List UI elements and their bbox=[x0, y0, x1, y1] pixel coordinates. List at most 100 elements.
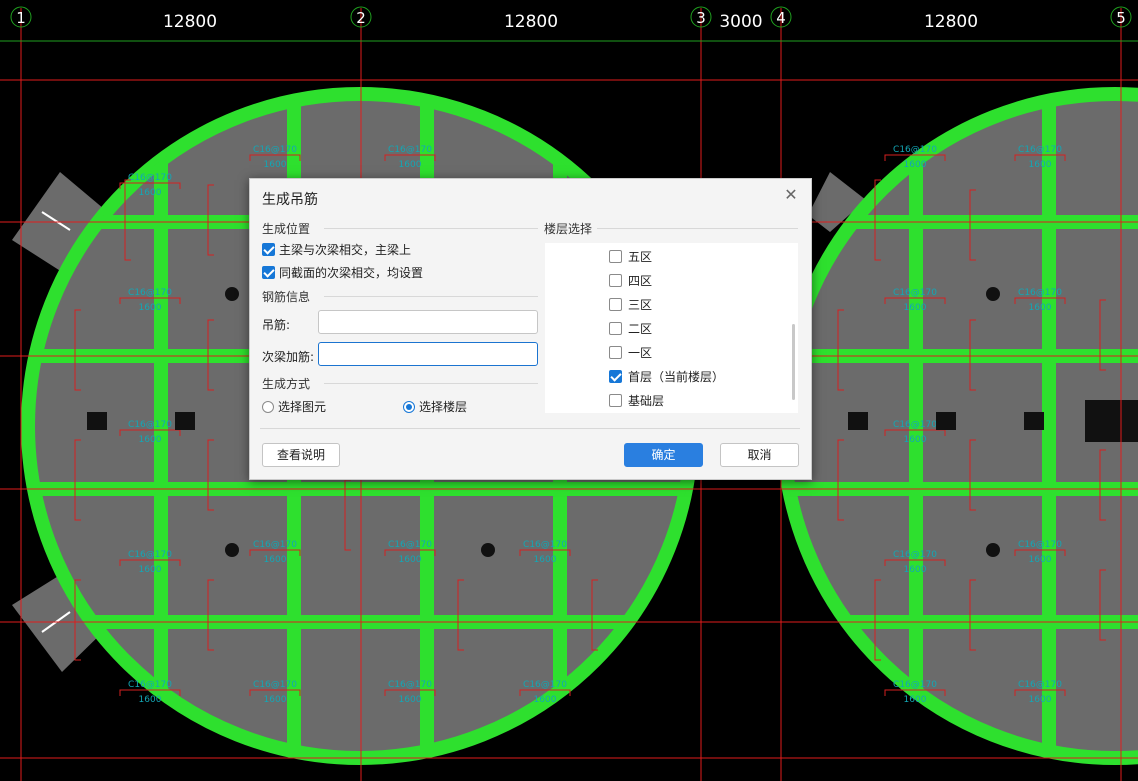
axis-label: 2 bbox=[356, 9, 366, 27]
floor-label: 五区 bbox=[628, 250, 653, 264]
floor-label: 一区 bbox=[628, 346, 653, 360]
rebar-length: 1600 bbox=[904, 695, 927, 705]
floor-label: 二区 bbox=[628, 322, 653, 336]
rebar-length: 1600 bbox=[534, 555, 557, 565]
secondary-rebar-input[interactable] bbox=[318, 342, 538, 366]
rebar-length: 1600 bbox=[534, 695, 557, 705]
rebar-length: 1600 bbox=[1029, 160, 1052, 170]
rebar-label: C16@170 bbox=[388, 680, 432, 690]
dimension-text: 12800 bbox=[924, 12, 978, 32]
column-block bbox=[1085, 400, 1138, 442]
floor-item[interactable]: 五区 bbox=[609, 248, 652, 265]
floor-checkbox[interactable] bbox=[609, 370, 622, 383]
secondary-label: 次梁加筋: bbox=[262, 350, 315, 364]
floor-checkbox[interactable] bbox=[609, 322, 622, 335]
cancel-button[interactable]: 取消 bbox=[720, 443, 799, 467]
radio-select-floor-row[interactable]: 选择楼层 bbox=[403, 398, 467, 415]
rebar-length: 1600 bbox=[139, 303, 162, 313]
rebar-label: C16@170 bbox=[523, 680, 567, 690]
axis-label: 1 bbox=[16, 9, 26, 27]
rebar-label: C16@170 bbox=[128, 173, 172, 183]
rebar-label: C16@170 bbox=[253, 540, 297, 550]
rebar-label: C16@170 bbox=[128, 420, 172, 430]
main-secondary-checkbox[interactable]: 主梁与次梁相交，主梁上 bbox=[262, 241, 411, 258]
floor-checkbox[interactable] bbox=[609, 298, 622, 311]
rebar-length: 1600 bbox=[1029, 303, 1052, 313]
rebar-length: 1600 bbox=[904, 160, 927, 170]
rebar-length: 1600 bbox=[1029, 695, 1052, 705]
rebar-length: 1600 bbox=[139, 435, 162, 445]
rebar-label: C16@170 bbox=[388, 540, 432, 550]
checkbox-same-section[interactable] bbox=[262, 266, 275, 279]
rebar-label: C16@170 bbox=[1018, 680, 1062, 690]
rebar-label: C16@170 bbox=[893, 550, 937, 560]
radio-select-floor[interactable] bbox=[403, 400, 415, 413]
rebar-label: C16@170 bbox=[253, 145, 297, 155]
rebar-label: C16@170 bbox=[1018, 288, 1062, 298]
rebar-length: 1600 bbox=[139, 188, 162, 198]
floor-item[interactable]: 首层（当前楼层） bbox=[609, 368, 724, 385]
radio-select-element[interactable] bbox=[262, 400, 274, 413]
rebar-length: 1600 bbox=[399, 160, 422, 170]
floor-section-title: 楼层选择 bbox=[544, 222, 593, 236]
axis-label: 4 bbox=[776, 9, 786, 27]
floor-item[interactable]: 二区 bbox=[609, 320, 652, 337]
dialog-title: 生成吊筋 bbox=[262, 192, 318, 208]
floor-item[interactable]: 基础层 bbox=[609, 392, 664, 409]
rebar-label: C16@170 bbox=[523, 540, 567, 550]
rebar-label: C16@170 bbox=[1018, 540, 1062, 550]
checkbox-label: 同截面的次梁相交，均设置 bbox=[279, 266, 424, 280]
floor-label: 基础层 bbox=[628, 394, 665, 408]
floor-checkbox[interactable] bbox=[609, 274, 622, 287]
column-block bbox=[175, 412, 195, 430]
floor-list-scrollbar[interactable] bbox=[792, 324, 795, 400]
axis-label: 5 bbox=[1116, 9, 1126, 27]
rebar-length: 1600 bbox=[264, 555, 287, 565]
rebar-label: C16@170 bbox=[1018, 145, 1062, 155]
checkbox-label: 主梁与次梁相交，主梁上 bbox=[279, 243, 412, 257]
floor-label: 三区 bbox=[628, 298, 653, 312]
rebar-label: C16@170 bbox=[253, 680, 297, 690]
pile-dot bbox=[986, 287, 1000, 301]
floor-list[interactable]: 五区四区三区二区一区首层（当前楼层） 基础层 bbox=[545, 243, 798, 413]
rebar-label: C16@170 bbox=[893, 680, 937, 690]
help-button[interactable]: 查看说明 bbox=[262, 443, 340, 467]
same-section-checkbox[interactable]: 同截面的次梁相交，均设置 bbox=[262, 264, 423, 281]
rebar-label: C16@170 bbox=[128, 550, 172, 560]
radio-label: 选择图元 bbox=[278, 400, 327, 414]
rebar-label: C16@170 bbox=[128, 680, 172, 690]
floor-item[interactable]: 四区 bbox=[609, 272, 652, 289]
floor-checkbox[interactable] bbox=[609, 346, 622, 359]
rebar-length: 1600 bbox=[904, 303, 927, 313]
floor-checkbox[interactable] bbox=[609, 394, 622, 407]
section-position-title: 生成位置 bbox=[262, 222, 311, 236]
rebar-label: C16@170 bbox=[128, 288, 172, 298]
column-block bbox=[87, 412, 107, 430]
rebar-length: 1600 bbox=[399, 555, 422, 565]
rebar-length: 1600 bbox=[139, 565, 162, 575]
rebar-label: C16@170 bbox=[893, 420, 937, 430]
section-method-title: 生成方式 bbox=[262, 377, 311, 391]
pile-dot bbox=[481, 543, 495, 557]
rebar-length: 1600 bbox=[904, 435, 927, 445]
dimension-text: 12800 bbox=[504, 12, 558, 32]
close-icon[interactable]: ✕ bbox=[781, 185, 801, 205]
radio-label: 选择楼层 bbox=[419, 400, 468, 414]
rebar-length: 1600 bbox=[904, 565, 927, 575]
checkbox-main-secondary[interactable] bbox=[262, 243, 275, 256]
column-block bbox=[848, 412, 868, 430]
floor-item[interactable]: 三区 bbox=[609, 296, 652, 313]
dimension-text: 12800 bbox=[163, 12, 217, 32]
axis-label: 3 bbox=[696, 9, 706, 27]
section-rebar-title: 钢筋信息 bbox=[262, 290, 311, 304]
generate-hanger-dialog: 生成吊筋 ✕ 生成位置 主梁与次梁相交，主梁上 同截面的次梁相交，均设置 钢筋信… bbox=[249, 178, 812, 480]
column-block bbox=[1024, 412, 1044, 430]
hanger-input[interactable] bbox=[318, 310, 538, 334]
floor-item[interactable]: 一区 bbox=[609, 344, 652, 361]
ok-button[interactable]: 确定 bbox=[624, 443, 703, 467]
floor-label: 首层（当前楼层） bbox=[628, 370, 725, 384]
floor-checkbox[interactable] bbox=[609, 250, 622, 263]
rebar-length: 1600 bbox=[139, 695, 162, 705]
radio-select-element-row[interactable]: 选择图元 bbox=[262, 398, 326, 415]
rebar-length: 1600 bbox=[264, 160, 287, 170]
